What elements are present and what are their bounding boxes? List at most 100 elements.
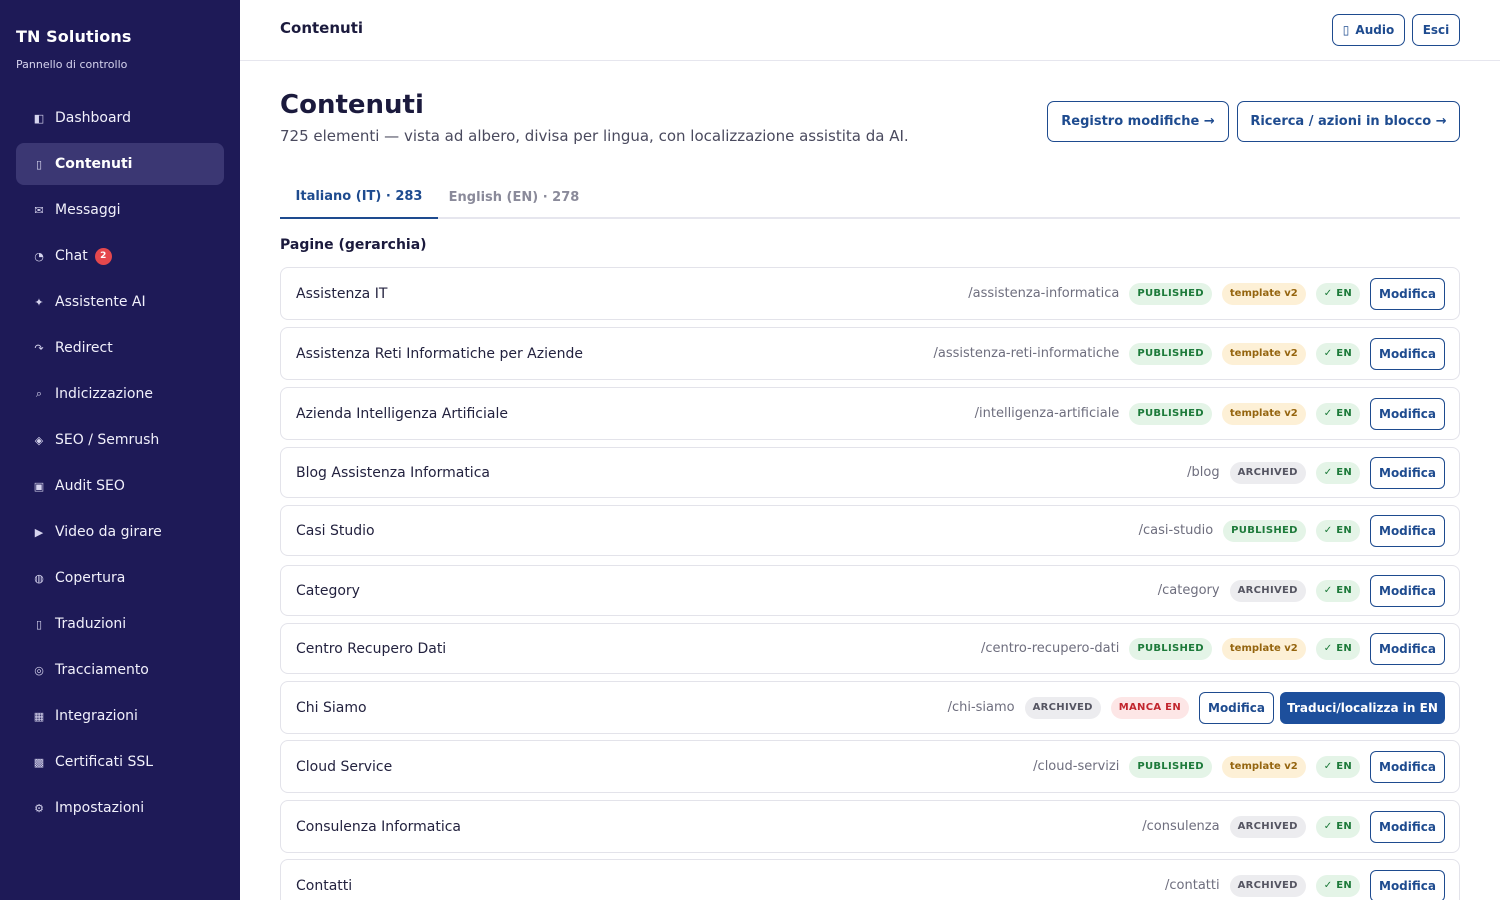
sidebar-item-copertura[interactable]: ◍ Copertura	[16, 557, 224, 599]
tab-english[interactable]: English (EN) · 278	[438, 175, 590, 219]
page-title-cell: Consulenza Informatica	[296, 818, 462, 835]
missing-translation-badge: MANCA EN	[1110, 696, 1189, 719]
edit-button[interactable]: Modifica	[1370, 632, 1445, 665]
sidebar-item-label: Video da girare	[55, 524, 162, 540]
row-meta: /assistenza-reti-informatiche PUBLISHED te…	[934, 328, 1445, 379]
sidebar-item-traduzioni[interactable]: ▯ Traduzioni	[16, 603, 224, 645]
status-badge: PUBLISHED	[1129, 342, 1212, 365]
page-title-cell: Casi Studio	[296, 522, 375, 539]
sidebar-item-tracciamento[interactable]: ◎ Tracciamento	[16, 649, 224, 691]
sidebar-item-label: Dashboard	[55, 110, 131, 126]
sidebar-item-messaggi[interactable]: ✉ Messaggi	[16, 189, 224, 231]
edit-button[interactable]: Modifica	[1370, 397, 1445, 430]
exit-button[interactable]: Esci	[1412, 14, 1460, 46]
sidebar-item-chat[interactable]: ◔ Chat 2	[16, 235, 224, 277]
translation-badge: ✓ EN	[1315, 874, 1360, 897]
edit-button[interactable]: Modifica	[1370, 750, 1445, 783]
sidebar-item-integrazioni[interactable]: ▦ Integrazioni	[16, 695, 224, 737]
list-item: Chi Siamo/chi-siamo ARCHIVED MANCA EN Modif…	[280, 681, 1460, 734]
globe-icon: ◍	[34, 571, 44, 585]
sidebar-item-label: Audit SEO	[55, 478, 125, 494]
sidebar-item-dashboard[interactable]: ◧ Dashboard	[16, 97, 224, 139]
page-title: Contenuti	[280, 90, 424, 120]
sidebar-item-impostazioni[interactable]: ⚙ Impostazioni	[16, 787, 224, 829]
page-title-cell: Cloud Service	[296, 758, 393, 775]
page-slug: /blog	[1187, 465, 1220, 480]
row-meta: /consulenza ARCHIVED ✓ EN Modifica	[1142, 801, 1445, 852]
page-title-cell: Category	[296, 582, 360, 599]
sidebar: TN Solutions Pannello di controllo ◧ Dash…	[0, 0, 240, 900]
template-badge: template v2	[1221, 637, 1306, 660]
edit-button[interactable]: Modifica	[1370, 456, 1445, 489]
page-title-cell: Chi Siamo	[296, 699, 367, 716]
status-badge: PUBLISHED	[1129, 755, 1212, 778]
page-slug: /casi-studio	[1138, 523, 1214, 538]
row-meta: /blog ARCHIVED ✓ EN Modifica	[1187, 448, 1445, 497]
page-slug: /centro-recupero-dati	[980, 641, 1120, 656]
translate-icon: ▯	[35, 617, 43, 631]
list-item: Assistenza Reti Informatiche per Aziende…	[280, 327, 1460, 380]
sidebar-item-audit-seo[interactable]: ▣ Audit SEO	[16, 465, 224, 507]
translation-badge: ✓ EN	[1315, 755, 1360, 778]
page-title-cell: Blog Assistenza Informatica	[296, 464, 490, 481]
status-badge: ARCHIVED	[1229, 815, 1306, 838]
mail-icon: ✉	[34, 203, 44, 217]
sidebar-item-label: Assistente AI	[55, 294, 146, 310]
sidebar-item-label: Chat	[55, 248, 88, 264]
edit-button[interactable]: Modifica	[1370, 869, 1445, 900]
section-title: Pagine (gerarchia)	[280, 237, 427, 253]
list-item: Blog Assistenza Informatica/blog ARCHIVED…	[280, 447, 1460, 498]
status-badge: ARCHIVED	[1229, 461, 1306, 484]
status-badge: PUBLISHED	[1129, 637, 1212, 660]
tab-italian[interactable]: Italiano (IT) · 283	[280, 175, 438, 219]
language-tabs: Italiano (IT) · 283 English (EN) · 278	[280, 175, 1460, 219]
row-meta: /category ARCHIVED ✓ EN Modifica	[1158, 566, 1445, 615]
audio-button[interactable]: ▯ Audio	[1332, 14, 1405, 46]
page-title-cell: Contatti	[296, 877, 353, 894]
status-badge: ARCHIVED	[1229, 579, 1306, 602]
translation-badge: ✓ EN	[1315, 579, 1360, 602]
sidebar-item-indicizzazione[interactable]: ⌕ Indicizzazione	[16, 373, 224, 415]
redirect-icon: ↷	[34, 341, 44, 355]
sidebar-item-seo-semrush[interactable]: ◈ SEO / Semrush	[16, 419, 224, 461]
sidebar-item-video-da-girare[interactable]: ▶ Video da girare	[16, 511, 224, 553]
translation-badge: ✓ EN	[1315, 282, 1360, 305]
bulk-search-button[interactable]: Ricerca / azioni in blocco →	[1237, 101, 1460, 142]
list-item: Centro Recupero Dati/centro-recupero-dat…	[280, 623, 1460, 674]
template-badge: template v2	[1221, 402, 1306, 425]
page-slug: /assistenza-informatica	[968, 286, 1120, 301]
edit-button[interactable]: Modifica	[1370, 574, 1445, 607]
search-icon: ⌕	[35, 387, 43, 400]
page-slug: /consulenza	[1142, 819, 1220, 834]
edit-button[interactable]: Modifica	[1370, 337, 1445, 370]
status-badge: PUBLISHED	[1129, 282, 1212, 305]
translation-badge: ✓ EN	[1315, 461, 1360, 484]
sidebar-item-contenuti[interactable]: ▯ Contenuti	[16, 143, 224, 185]
sidebar-item-redirect[interactable]: ↷ Redirect	[16, 327, 224, 369]
certificate-icon: ▩	[33, 755, 45, 769]
list-item: Azienda Intelligenza Artificiale/intelli…	[280, 387, 1460, 440]
page-title-cell: Centro Recupero Dati	[296, 640, 447, 657]
change-log-button[interactable]: Registro modifiche →	[1047, 101, 1229, 142]
edit-button[interactable]: Modifica	[1370, 810, 1445, 843]
edit-button[interactable]: Modifica	[1370, 277, 1445, 310]
play-icon: ▶	[34, 525, 44, 539]
audio-icon: ▯	[1342, 23, 1350, 37]
page-slug: /contatti	[1165, 878, 1220, 893]
sidebar-item-assistente-ai[interactable]: ✦ Assistente AI	[16, 281, 224, 323]
target-icon: ◎	[34, 663, 44, 677]
sparkle-icon: ✦	[34, 295, 44, 309]
translation-badge: ✓ EN	[1315, 402, 1360, 425]
edit-button[interactable]: Modifica	[1199, 691, 1274, 724]
sidebar-item-label: Redirect	[55, 340, 113, 356]
unread-badge: 2	[94, 247, 112, 265]
translation-badge: ✓ EN	[1315, 519, 1360, 542]
sidebar-item-certificati-ssl[interactable]: ▩ Certificati SSL	[16, 741, 224, 783]
row-meta: /cloud-servizi PUBLISHED template v2 ✓ EN Mo…	[1033, 741, 1445, 792]
dashboard-icon: ◧	[33, 111, 45, 125]
translate-button[interactable]: Traduci/localizza in EN	[1280, 691, 1445, 724]
translation-badge: ✓ EN	[1315, 342, 1360, 365]
template-badge: template v2	[1221, 282, 1306, 305]
gear-icon: ⚙	[34, 801, 44, 815]
edit-button[interactable]: Modifica	[1370, 514, 1445, 547]
